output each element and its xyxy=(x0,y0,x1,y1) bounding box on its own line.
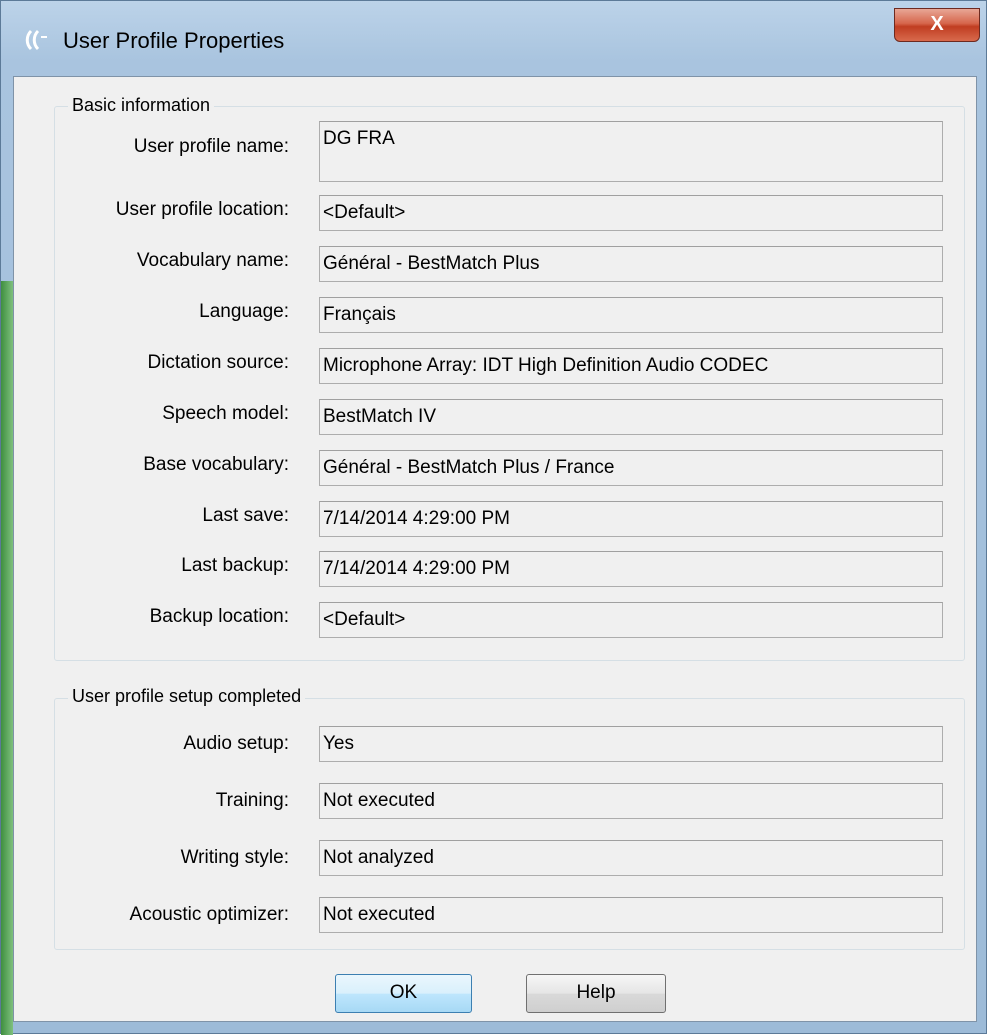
field-value-acoustic-optimizer[interactable]: Not executed xyxy=(319,897,943,933)
close-icon: X xyxy=(930,13,944,35)
title-bar[interactable]: User Profile Properties X xyxy=(1,1,986,76)
field-value-training[interactable]: Not executed xyxy=(319,783,943,819)
field-value-language[interactable]: Français xyxy=(319,297,943,333)
field-label-acoustic-optimizer: Acoustic optimizer: xyxy=(129,904,289,925)
user-profile-properties-dialog: User Profile Properties X Basic informat… xyxy=(0,0,987,1035)
basic-information-legend: Basic information xyxy=(68,95,215,116)
field-label-speech-model: Speech model: xyxy=(162,403,289,424)
field-label-training: Training: xyxy=(215,790,289,811)
field-label-backup-location: Backup location: xyxy=(149,606,289,627)
field-value-dictation-source[interactable]: Microphone Array: IDT High Definition Au… xyxy=(319,348,943,384)
field-value-last-save[interactable]: 7/14/2014 4:29:00 PM xyxy=(319,501,943,537)
field-label-writing-style: Writing style: xyxy=(180,847,289,868)
field-label-vocabulary-name: Vocabulary name: xyxy=(136,250,289,271)
app-logo-icon xyxy=(23,27,49,53)
dialog-body: Basic information User profile name: DG … xyxy=(13,76,977,1022)
close-button[interactable]: X xyxy=(894,8,980,42)
field-value-vocabulary-name[interactable]: Général - BestMatch Plus xyxy=(319,246,943,282)
setup-completed-legend: User profile setup completed xyxy=(68,686,306,707)
field-label-last-save: Last save: xyxy=(202,505,289,526)
field-value-speech-model[interactable]: BestMatch IV xyxy=(319,399,943,435)
field-value-base-vocabulary[interactable]: Général - BestMatch Plus / France xyxy=(319,450,943,486)
field-value-last-backup[interactable]: 7/14/2014 4:29:00 PM xyxy=(319,551,943,587)
field-label-user-profile-location: User profile location: xyxy=(115,199,289,220)
ok-button[interactable]: OK xyxy=(335,974,472,1013)
help-button[interactable]: Help xyxy=(526,974,666,1013)
field-label-dictation-source: Dictation source: xyxy=(147,352,289,373)
field-value-writing-style[interactable]: Not analyzed xyxy=(319,840,943,876)
field-label-language: Language: xyxy=(199,301,289,322)
window-title: User Profile Properties xyxy=(63,28,285,53)
field-value-user-profile-name[interactable]: DG FRA xyxy=(319,121,943,182)
field-value-audio-setup[interactable]: Yes xyxy=(319,726,943,762)
field-label-audio-setup: Audio setup: xyxy=(183,733,289,754)
field-label-base-vocabulary: Base vocabulary: xyxy=(143,454,289,475)
field-value-backup-location[interactable]: <Default> xyxy=(319,602,943,638)
field-label-user-profile-name: User profile name: xyxy=(133,136,289,157)
field-value-user-profile-location[interactable]: <Default> xyxy=(319,195,943,231)
field-label-last-backup: Last backup: xyxy=(181,555,289,576)
background-window-edge xyxy=(1,281,13,1035)
